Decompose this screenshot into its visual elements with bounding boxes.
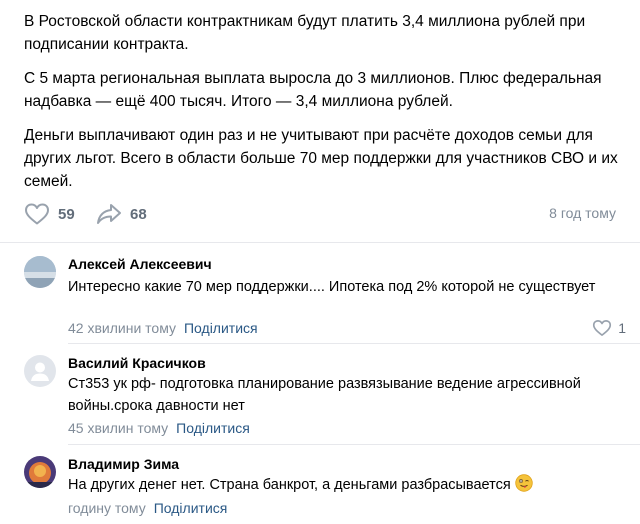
heart-icon [25,203,49,225]
comment-text: На других денег нет. Страна банкрот, а д… [68,477,511,493]
winking-tongue-emoji-icon [515,474,533,492]
comment-meta: годину тому Поділитися [68,500,227,516]
comment-like-button[interactable]: 1 [592,319,626,337]
comment-text: Ст353 ук рф- подготовка планирование раз… [68,376,581,414]
comment-author[interactable]: Василий Красичков [68,355,206,371]
post-paragraph: В Ростовской области контрактникам будут… [24,13,586,53]
default-avatar-icon [24,355,56,387]
post-paragraph: Деньги выплачивают один раз и не учитыва… [24,127,618,190]
avatar[interactable] [24,256,56,288]
comment-author[interactable]: Алексей Алексеевич [68,256,212,272]
comment-time[interactable]: годину тому [68,500,146,516]
avatar[interactable] [24,456,56,488]
comment-item: Владимир Зима На других денег нет. Стран… [0,444,640,524]
post-paragraph: С 5 марта региональная выплата выросла д… [24,70,602,110]
post-timestamp[interactable]: 8 год тому [549,205,616,221]
heart-icon [593,320,612,336]
comment-time[interactable]: 42 хвилини тому [68,320,176,336]
comment-item: Алексей Алексеевич Интересно какие 70 ме… [0,242,640,342]
comment-author[interactable]: Владимир Зима [68,456,179,472]
share-arrow-icon [97,204,121,224]
comment-text: Интересно какие 70 мер поддержки.... Ипо… [68,279,596,295]
comment-text-row: На других денег нет. Страна банкрот, а д… [68,474,608,496]
photo-avatar-icon [24,256,56,288]
comment-share-link[interactable]: Поділитися [154,500,228,516]
avatar[interactable] [24,355,56,387]
comment-meta: 42 хвилини тому Поділитися [68,320,258,336]
share-button[interactable]: 68 [96,200,147,228]
like-button[interactable]: 59 [24,200,75,228]
post-text: В Ростовской области контрактникам будут… [24,10,624,204]
comment-share-link[interactable]: Поділитися [184,320,258,336]
comment-time[interactable]: 45 хвилин тому [68,420,168,436]
post-actions: 59 68 8 год тому [24,200,616,228]
comment-like-count: 1 [618,320,626,336]
like-count: 59 [58,205,75,223]
photo-avatar-icon [24,456,56,488]
share-count: 68 [130,205,147,223]
comment-item: Василий Красичков Ст353 ук рф- подготовк… [0,343,640,443]
comment-share-link[interactable]: Поділитися [176,420,250,436]
comment-meta: 45 хвилин тому Поділитися [68,420,250,436]
